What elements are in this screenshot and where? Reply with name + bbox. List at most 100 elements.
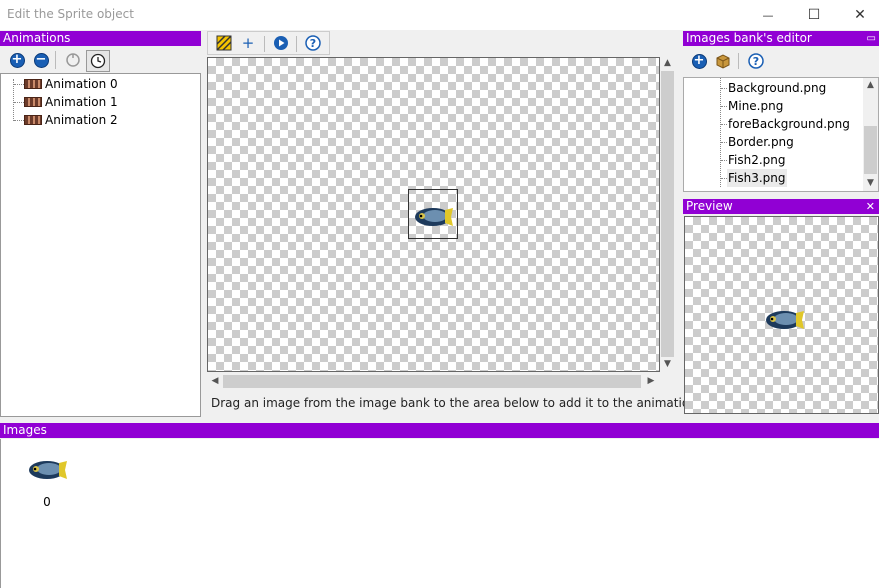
- remove-icon: −: [33, 52, 49, 68]
- file-item-selected[interactable]: Fish3.png: [721, 169, 861, 187]
- preview-header: Preview ✕: [683, 199, 879, 214]
- film-strip-icon: [24, 115, 42, 125]
- minimize-button[interactable]: —: [745, 0, 791, 30]
- film-strip-icon: [24, 97, 42, 107]
- preview-title: Preview: [686, 199, 733, 213]
- file-item[interactable]: Fish2.png: [721, 151, 861, 169]
- tree-branch: [721, 142, 727, 143]
- sprite-canvas[interactable]: [207, 57, 660, 372]
- play-button[interactable]: [271, 33, 291, 53]
- minimize-icon: —: [762, 9, 774, 22]
- timer-icon: [90, 53, 106, 69]
- animations-header: Animations: [0, 31, 201, 46]
- animations-toolbar: + −: [0, 47, 201, 73]
- scroll-down-icon[interactable]: ▼: [863, 178, 878, 188]
- canvas-hint: Drag an image from the image bank to the…: [211, 396, 701, 410]
- help-icon: ?: [305, 35, 321, 51]
- crosshair-icon: +: [241, 34, 255, 52]
- scroll-thumb[interactable]: [223, 375, 641, 388]
- bank-scrollbar[interactable]: ▲ ▼: [863, 78, 878, 191]
- fish-thumbnail: [29, 461, 67, 479]
- frame-thumbnail[interactable]: 0: [23, 455, 71, 515]
- tree-branch: [721, 106, 727, 107]
- canvas-help-button[interactable]: ?: [303, 33, 323, 53]
- animation-item[interactable]: Animation 0: [1, 75, 200, 93]
- scroll-thumb[interactable]: [661, 71, 674, 357]
- canvas-vertical-scrollbar[interactable]: ▲ ▼: [660, 57, 675, 372]
- close-icon: ✕: [854, 7, 866, 23]
- frame-index: 0: [43, 495, 51, 509]
- tree-branch: [721, 88, 727, 89]
- animation-label: Animation 2: [45, 113, 118, 127]
- film-strip-icon: [24, 79, 42, 89]
- add-animation-button[interactable]: +: [7, 50, 27, 70]
- scroll-right-icon[interactable]: ▶: [645, 376, 657, 386]
- play-icon: [274, 36, 288, 50]
- toolbar-divider: [55, 51, 56, 69]
- animations-tree: Animation 0 Animation 1 Animation 2: [0, 73, 201, 417]
- bank-toolbar: + ?: [683, 47, 879, 75]
- title-bar: Edit the Sprite object — ☐ ✕: [0, 0, 879, 30]
- file-label: Background.png: [728, 81, 827, 95]
- close-button[interactable]: ✕: [837, 0, 879, 30]
- bank-title: Images bank's editor: [686, 31, 812, 45]
- toolbar-divider: [264, 36, 265, 52]
- transparency-button[interactable]: [214, 33, 234, 53]
- file-item[interactable]: Mine.png: [721, 97, 861, 115]
- close-icon[interactable]: ✕: [866, 199, 875, 214]
- tree-branch: [14, 120, 24, 121]
- add-icon: +: [9, 52, 25, 68]
- fish-sprite: [415, 208, 453, 226]
- animation-label: Animation 0: [45, 77, 118, 91]
- file-item[interactable]: Background.png: [721, 79, 861, 97]
- fish-preview: [766, 311, 804, 329]
- scroll-down-icon[interactable]: ▼: [660, 359, 675, 369]
- loop-button[interactable]: [63, 50, 83, 70]
- animation-item[interactable]: Animation 2: [1, 111, 200, 129]
- file-label: foreBackground.png: [728, 117, 850, 131]
- file-item[interactable]: Border.png: [721, 133, 861, 151]
- add-image-button[interactable]: +: [689, 51, 709, 71]
- canvas-horizontal-scrollbar[interactable]: ◀ ▶: [207, 374, 660, 389]
- preview-canvas: [684, 216, 879, 414]
- images-header: Images: [0, 423, 879, 438]
- tree-branch: [14, 102, 24, 103]
- toolbar-divider: [296, 36, 297, 52]
- bank-header: Images bank's editor ▭: [683, 31, 879, 46]
- timer-button[interactable]: [86, 50, 110, 72]
- svg-text:?: ?: [310, 37, 316, 50]
- maximize-icon: ☐: [807, 7, 821, 23]
- tree-branch: [14, 84, 24, 85]
- help-icon: ?: [748, 53, 764, 69]
- collapse-icon[interactable]: ▭: [867, 31, 876, 46]
- package-button[interactable]: [713, 51, 733, 71]
- tree-branch: [721, 124, 727, 125]
- images-strip[interactable]: 0: [0, 439, 879, 588]
- file-label: Fish2.png: [728, 153, 786, 167]
- package-icon: [716, 54, 730, 69]
- canvas-toolbar: + ?: [207, 31, 330, 55]
- bank-file-list: Background.png Mine.png foreBackground.p…: [683, 77, 879, 192]
- scroll-up-icon[interactable]: ▲: [863, 80, 878, 90]
- animation-label: Animation 1: [45, 95, 118, 109]
- toolbar-divider: [738, 53, 739, 69]
- origin-button[interactable]: +: [238, 33, 258, 53]
- scroll-left-icon[interactable]: ◀: [209, 376, 221, 386]
- add-icon: +: [691, 53, 707, 69]
- loop-icon: [66, 53, 80, 67]
- file-label: Border.png: [728, 135, 794, 149]
- bank-help-button[interactable]: ?: [746, 51, 766, 71]
- tree-branch: [721, 160, 727, 161]
- sprite-frame-bounds[interactable]: [408, 189, 458, 239]
- file-label: Mine.png: [728, 99, 784, 113]
- transparency-icon: [216, 35, 232, 51]
- animation-item[interactable]: Animation 1: [1, 93, 200, 111]
- svg-text:?: ?: [753, 55, 759, 68]
- maximize-button[interactable]: ☐: [791, 0, 837, 30]
- file-label: Fish3.png: [727, 169, 787, 187]
- file-item[interactable]: foreBackground.png: [721, 115, 861, 133]
- scroll-thumb[interactable]: [864, 126, 877, 174]
- remove-animation-button[interactable]: −: [31, 50, 51, 70]
- window-title: Edit the Sprite object: [7, 7, 134, 21]
- scroll-up-icon[interactable]: ▲: [660, 58, 675, 68]
